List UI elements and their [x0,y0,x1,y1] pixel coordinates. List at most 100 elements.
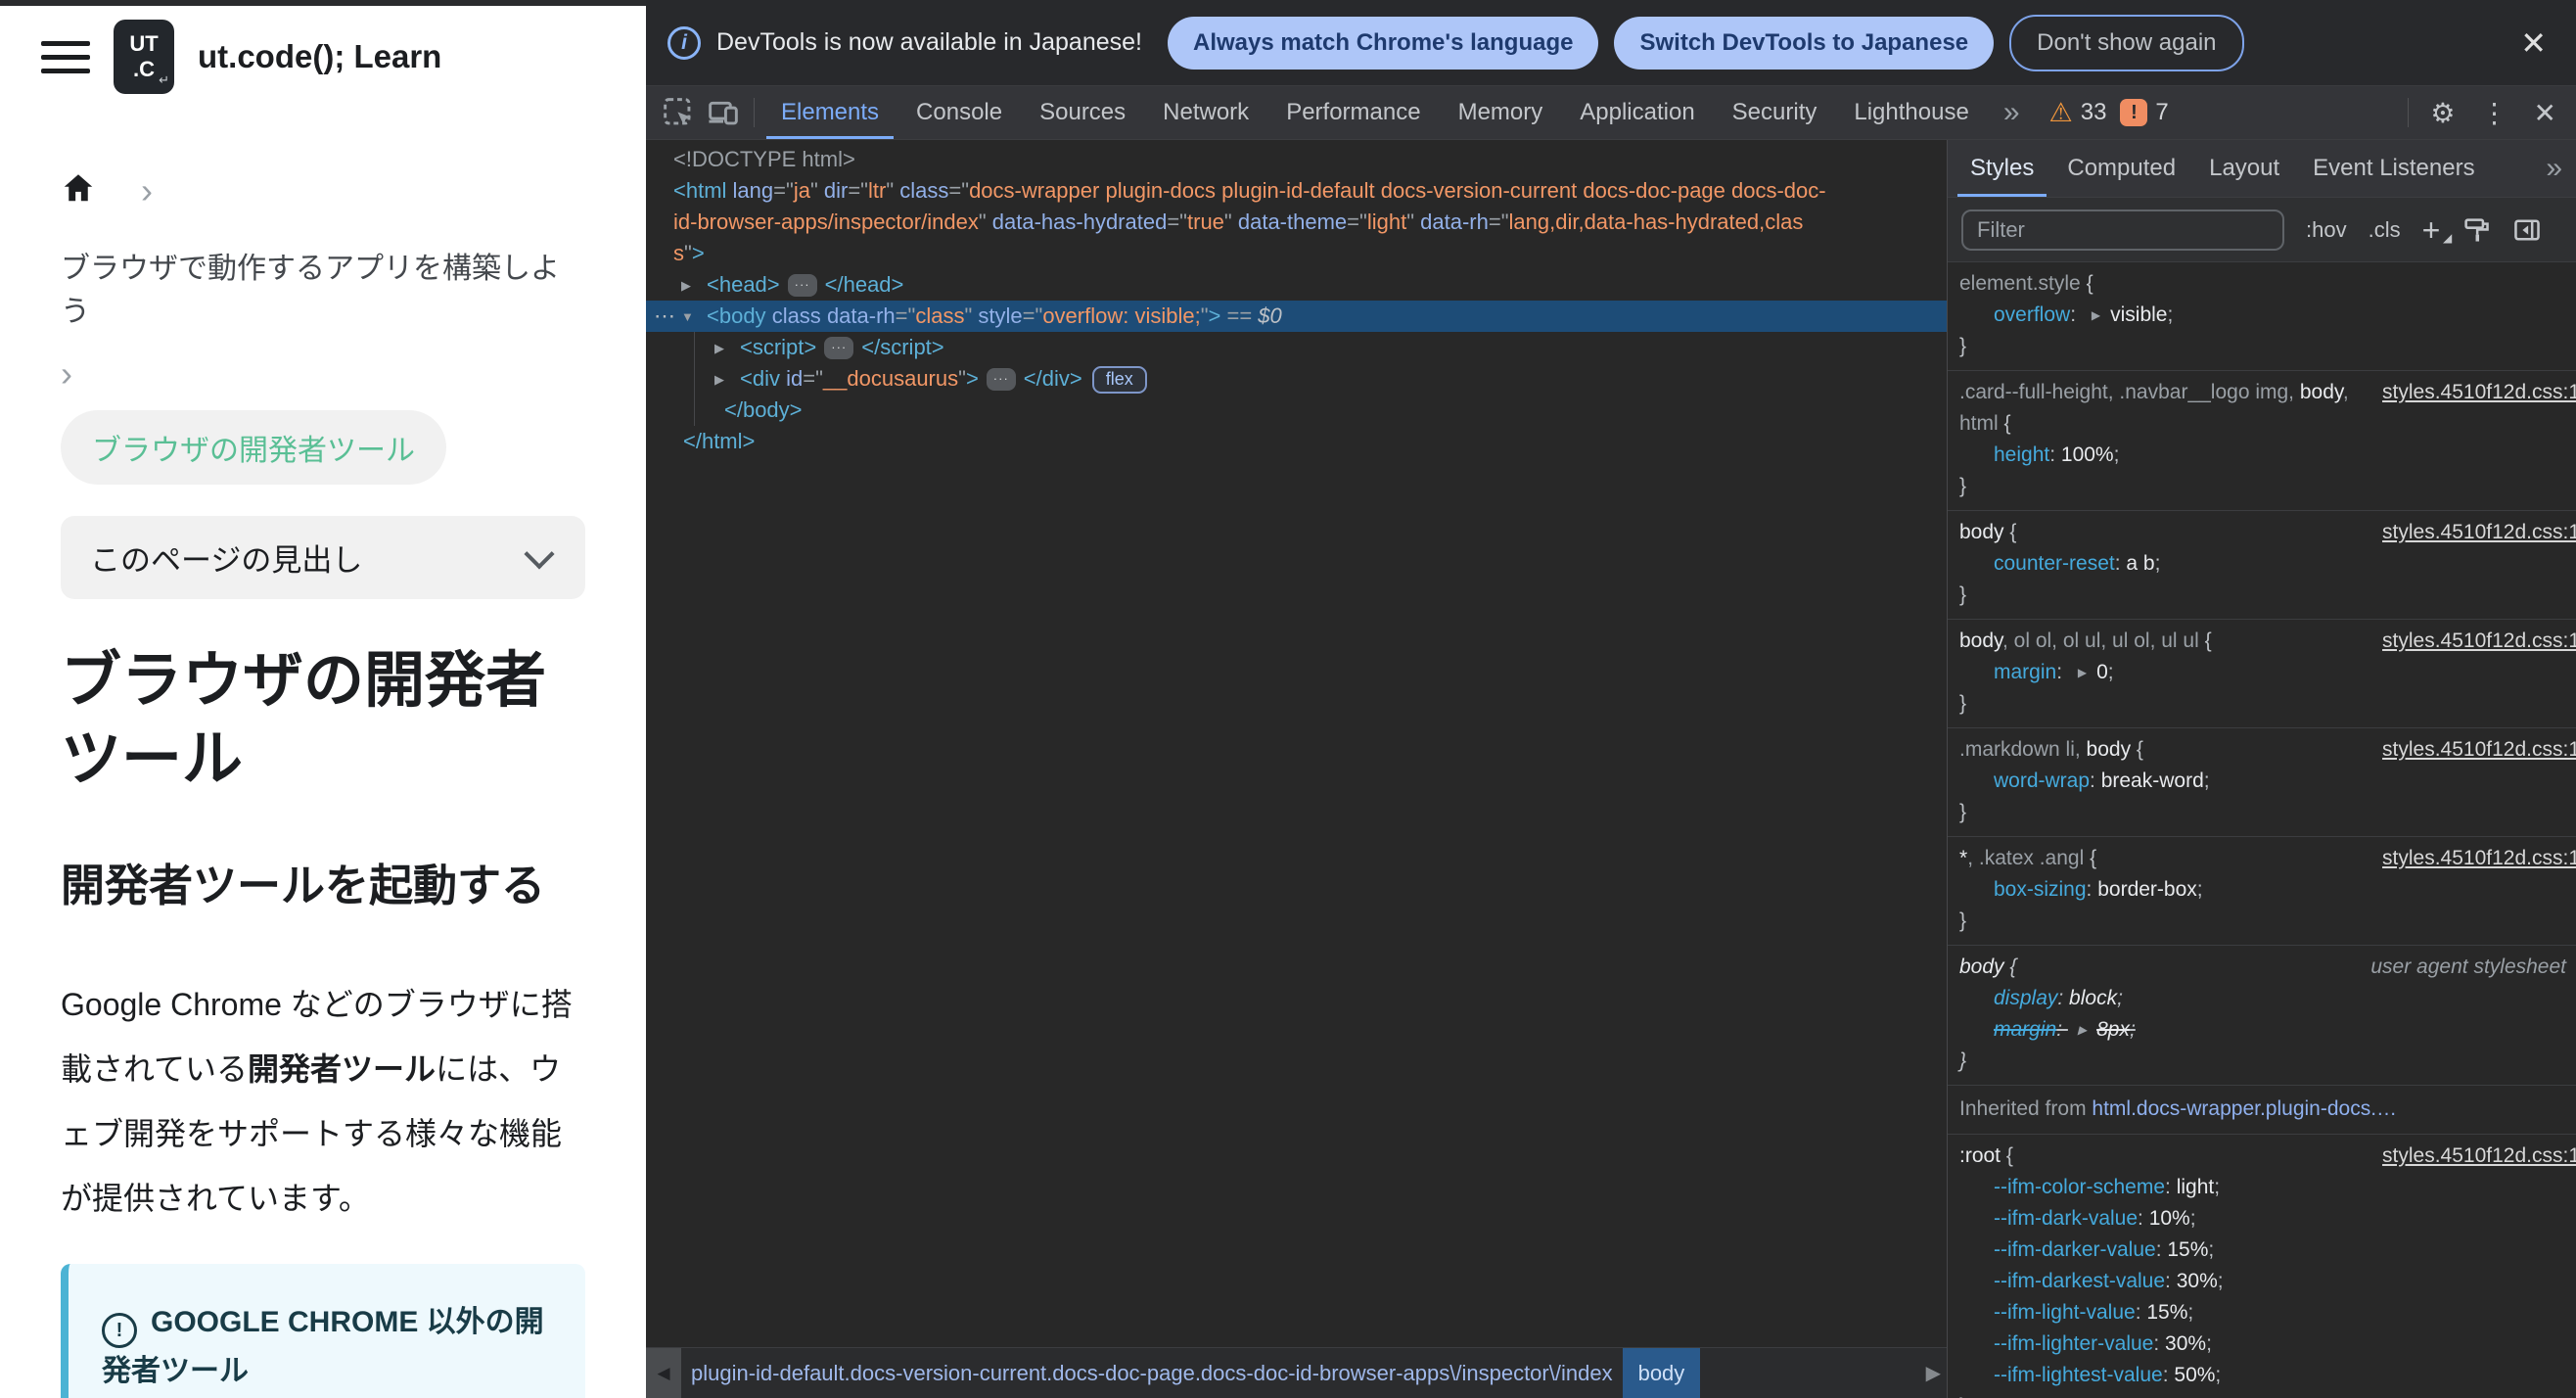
toggle-element-state-panel-icon[interactable] [2512,215,2542,245]
logo-text-bottom: .C [133,57,155,81]
css-property[interactable]: margin: ▶ 0; [1948,657,2576,688]
stylesheet-link[interactable]: styles.4510f12d.css:1 [2382,377,2576,408]
breadcrumb-current-page: ブラウザの開発者ツール [61,410,446,485]
dom-tree-row[interactable]: </html> [646,426,1947,457]
devtools-tab-performance[interactable]: Performance [1267,86,1439,139]
dom-breadcrumb-item[interactable]: plugin-id-default.docs-version-current.d… [681,1348,1623,1398]
devtools-tab-lighthouse[interactable]: Lighthouse [1835,86,1987,139]
sidebar-tabs-bar: Styles Computed Layout Event Listeners » [1948,140,2576,198]
inspect-element-icon[interactable] [656,92,701,133]
sidebar-tab-layout[interactable]: Layout [2192,140,2296,197]
inherited-element-link[interactable]: html.docs-wrapper.plugin-docs.… [2092,1097,2397,1120]
css-rule: body {styles.4510f12d.css:1 counter-reset… [1948,511,2576,620]
chevron-right-icon: › [61,353,72,394]
chevron-down-icon [524,537,555,570]
more-tabs-icon[interactable]: » [1988,96,2036,129]
switch-to-japanese-button[interactable]: Switch DevTools to Japanese [1614,16,1995,70]
menu-button[interactable] [41,40,90,73]
issues-icon[interactable]: ! [2120,99,2148,126]
breadcrumb-scroll-right-icon[interactable]: ▶ [1926,1361,1941,1385]
home-icon[interactable] [61,170,96,210]
stylesheet-link[interactable]: styles.4510f12d.css:1 [2382,843,2576,874]
info-exclamation-icon: ! [102,1313,137,1348]
devtools-tab-memory[interactable]: Memory [1440,86,1562,139]
more-sidebar-tabs-icon[interactable]: » [2532,152,2576,185]
styles-filter-input[interactable] [1961,209,2284,251]
sidebar-tab-styles[interactable]: Styles [1954,140,2050,197]
device-toolbar-icon[interactable] [701,92,746,133]
rule-closing-brace: } [1959,1049,1967,1072]
rule-closing-brace: } [1948,1391,2576,1398]
css-property[interactable]: display: block; [1948,983,2576,1014]
breadcrumb-link-course[interactable]: ブラウザで動作するアプリを構築しよう [61,244,585,330]
kebab-menu-icon[interactable]: ⋮ [2469,97,2520,129]
warnings-counter[interactable]: ⚠ 33 [2049,98,2107,128]
section-heading: 開発者ツールを起動する [61,861,546,910]
toggle-hover-state-button[interactable]: :hov [2306,217,2347,243]
css-selector[interactable]: element.style { [1948,268,2576,300]
css-rule: *, .katex .angl {styles.4510f12d.css:1 bo… [1948,837,2576,946]
sidebar-tab-event-listeners[interactable]: Event Listeners [2296,140,2491,197]
css-property[interactable]: --ifm-darkest-value: 30%; [1948,1266,2576,1297]
stylesheet-link[interactable]: styles.4510f12d.css:1 [2382,1141,2576,1172]
dom-tree-row[interactable]: </body> [646,395,1947,426]
dom-tree-row[interactable]: s"> [646,238,1947,269]
dom-breadcrumbs: plugin-id-default.docs-version-current.d… [681,1348,1947,1398]
css-property[interactable]: --ifm-light-value: 15%; [1948,1297,2576,1328]
dom-tree-row[interactable]: <html lang="ja" dir="ltr" class="docs-wr… [646,175,1947,207]
devtools-tab-console[interactable]: Console [897,86,1021,139]
css-rule: body, ol ol, ol ul, ul ol, ul ul {styles… [1948,620,2576,728]
sidebar-tabs: Styles Computed Layout Event Listeners [1954,140,2492,197]
warning-icon: ⚠ [2048,97,2073,127]
settings-gear-icon[interactable]: ⚙ [2418,97,2466,129]
css-property[interactable]: counter-reset: a b; [1948,548,2576,580]
css-property[interactable]: --ifm-lighter-value: 30%; [1948,1328,2576,1360]
issues-counter[interactable]: 7 [2155,99,2168,126]
css-rule: body {user agent stylesheet display: bloc… [1948,946,2576,1086]
stylesheet-link[interactable]: styles.4510f12d.css:1 [2382,626,2576,657]
css-property[interactable]: height: 100%; [1948,440,2576,471]
dom-breadcrumb-item[interactable]: body [1622,1348,1701,1398]
devtools-window: i DevTools is now available in Japanese!… [646,0,2576,1398]
dom-tree-row[interactable]: ▶ <div id="__docusaurus"> ··· </div> flex [646,363,1947,395]
always-match-language-button[interactable]: Always match Chrome's language [1167,16,1599,70]
toc-collapsible[interactable]: このページの見出し [61,516,585,599]
infobar-close-icon[interactable]: ✕ [2520,24,2554,62]
css-property[interactable]: overflow: ▶ visible; [1948,300,2576,331]
logo-return-icon: ↵ [159,72,169,87]
new-style-rule-button[interactable]: + ◢ [2422,214,2453,246]
stylesheet-link[interactable]: styles.4510f12d.css:1 [2382,734,2576,766]
css-property[interactable]: --ifm-color-scheme: light; [1948,1172,2576,1203]
toolbar-divider [754,98,755,127]
dom-tree-row[interactable]: ▶ <head> ··· </head> [646,269,1947,301]
site-logo[interactable]: UT .C ↵ [114,20,174,94]
toolbar-divider [2408,98,2410,127]
devtools-tab-application[interactable]: Application [1561,86,1713,139]
sidebar-tab-computed[interactable]: Computed [2050,140,2192,197]
toc-label: このページの見出し [90,543,363,578]
dom-tree-row[interactable]: <!DOCTYPE html> [646,144,1947,175]
dom-tree-row[interactable]: id-browser-apps/inspector/index" data-ha… [646,207,1947,238]
css-property[interactable]: margin: ▶ 8px; [1948,1014,2576,1046]
devtools-tab-sources[interactable]: Sources [1021,86,1144,139]
rendering-emulation-icon[interactable] [2461,215,2491,245]
dom-tree-row[interactable]: ⋯ ▼ <body class data-rh="class" style="ove… [646,301,1947,332]
site-title[interactable]: ut.code(); Learn [198,38,441,75]
css-property[interactable]: --ifm-dark-value: 10%; [1948,1203,2576,1235]
css-property[interactable]: box-sizing: border-box; [1948,874,2576,906]
css-property[interactable]: --ifm-darker-value: 15%; [1948,1235,2576,1266]
devtools-close-icon[interactable]: ✕ [2522,97,2568,129]
devtools-tab-elements[interactable]: Elements [762,86,897,139]
stylesheet-link[interactable]: styles.4510f12d.css:1 [2382,517,2576,548]
breadcrumb-scroll-left-button[interactable]: ◀ [646,1348,681,1398]
devtools-toolbar: Elements Console Sources Network Performance… [646,86,2576,140]
dont-show-again-button[interactable]: Don't show again [2009,14,2244,71]
devtools-tab-security[interactable]: Security [1714,86,1836,139]
css-property[interactable]: --ifm-lightest-value: 50%; [1948,1360,2576,1391]
devtools-tab-network[interactable]: Network [1144,86,1267,139]
css-property[interactable]: word-wrap: break-word; [1948,766,2576,797]
dom-tree-row[interactable]: ▶ <script> ··· </script> [646,332,1947,363]
rule-closing-brace: } [1959,475,1967,497]
docs-page: UT .C ↵ ut.code(); Learn › ブラウザで動作するアプリを… [0,0,646,1398]
toggle-class-button[interactable]: .cls [2369,217,2401,243]
